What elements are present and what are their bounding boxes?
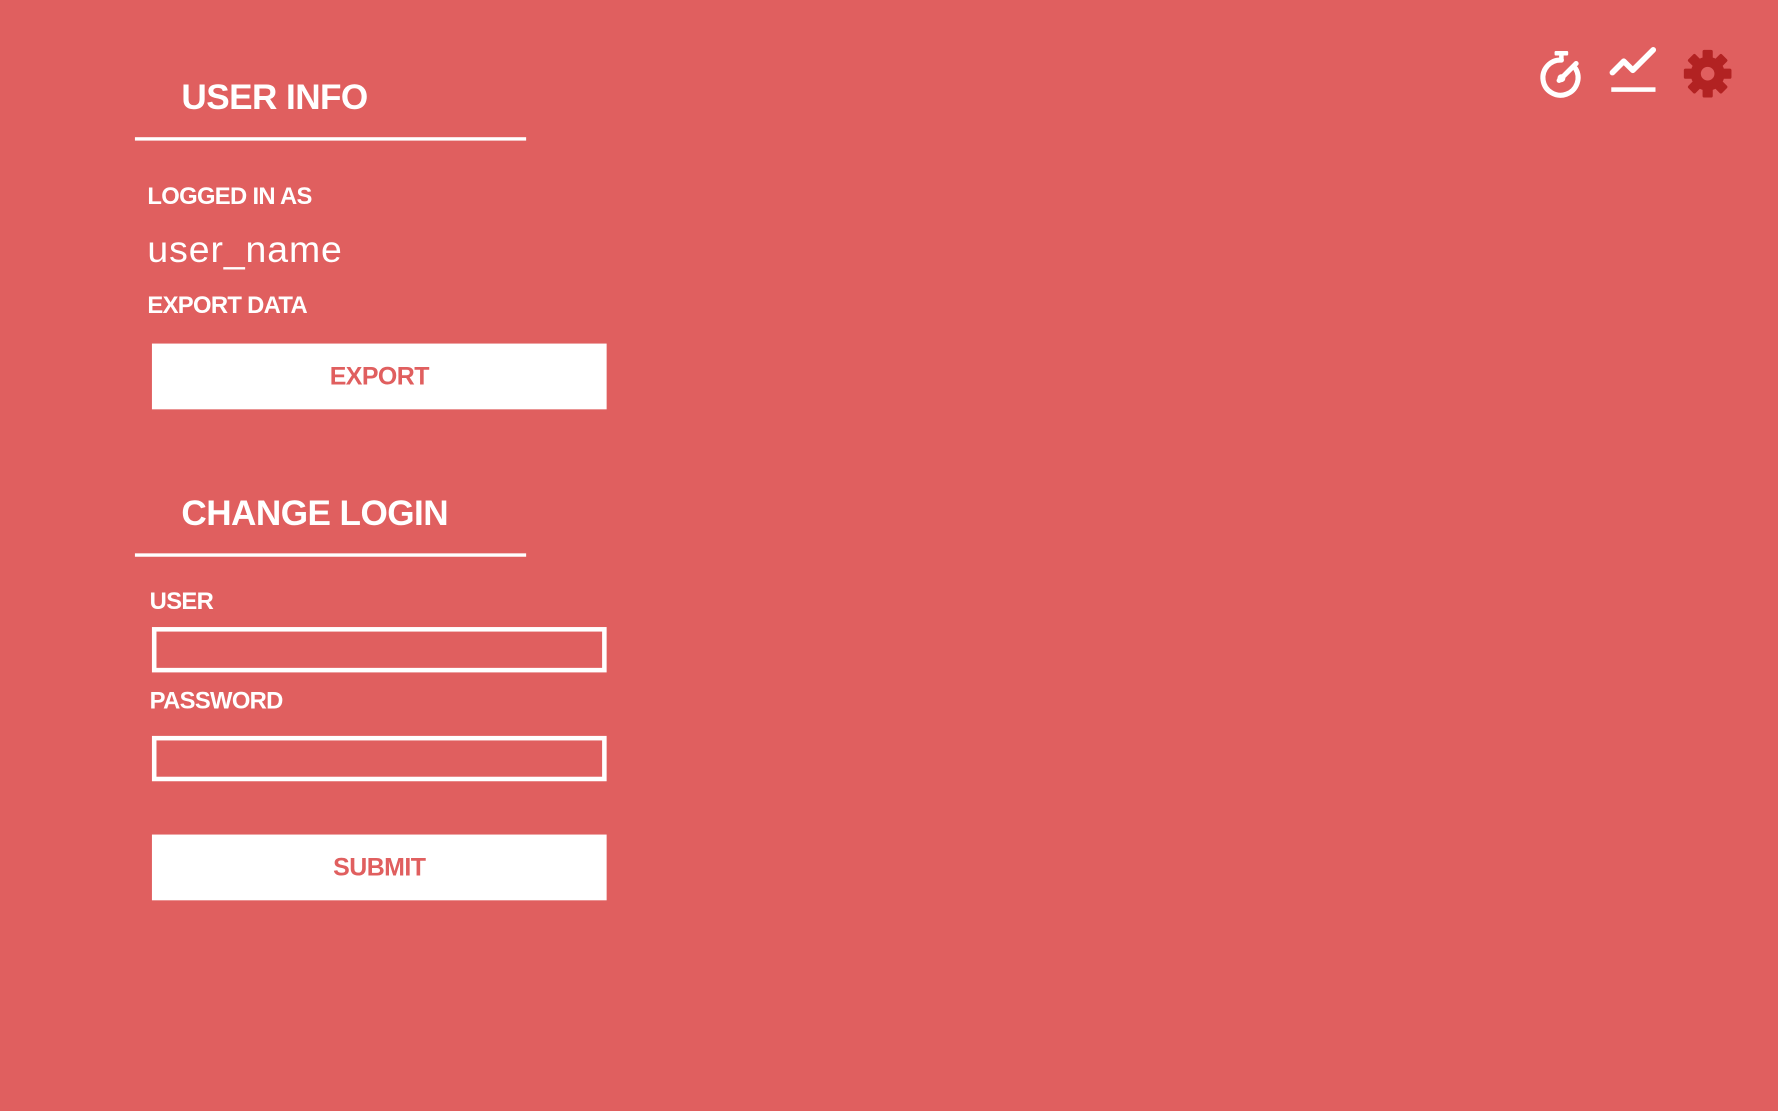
user-info-title: USER INFO (181, 77, 368, 117)
stats-icon[interactable] (1608, 45, 1660, 97)
user-info-divider (134, 137, 527, 141)
submit-button[interactable]: SUBMIT (151, 834, 607, 901)
user-label: USER (149, 588, 214, 615)
username-value: user_name (147, 227, 343, 270)
settings-page: USER INFO LOGGED IN AS user_name EXPORT … (0, 0, 1778, 1111)
logged-in-label: LOGGED IN AS (147, 183, 312, 210)
change-login-title: CHANGE LOGIN (181, 493, 449, 533)
export-button[interactable]: EXPORT (151, 343, 607, 410)
change-login-divider (134, 553, 527, 557)
export-data-label: EXPORT DATA (147, 292, 308, 319)
settings-icon[interactable] (1682, 48, 1734, 100)
password-label: PASSWORD (149, 688, 284, 715)
user-input[interactable] (151, 627, 607, 673)
password-input[interactable] (151, 735, 607, 782)
timer-icon[interactable] (1538, 48, 1586, 100)
